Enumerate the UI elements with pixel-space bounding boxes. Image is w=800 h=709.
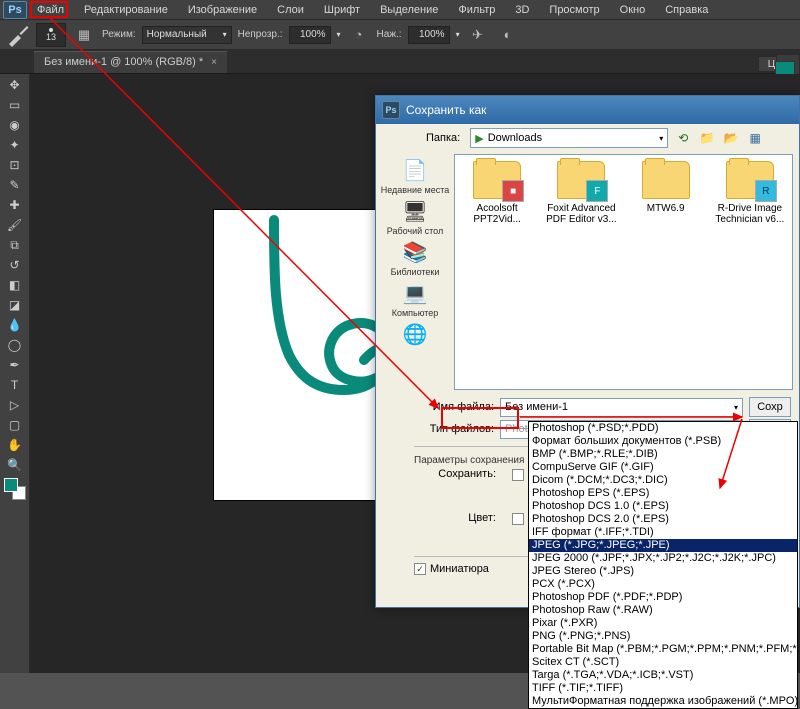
filetype-option[interactable]: TIFF (*.TIF;*.TIFF) xyxy=(529,682,797,695)
annotation-arrow xyxy=(0,0,800,673)
filetype-option[interactable]: МультиФорматная поддержка изображений (*… xyxy=(529,695,797,708)
